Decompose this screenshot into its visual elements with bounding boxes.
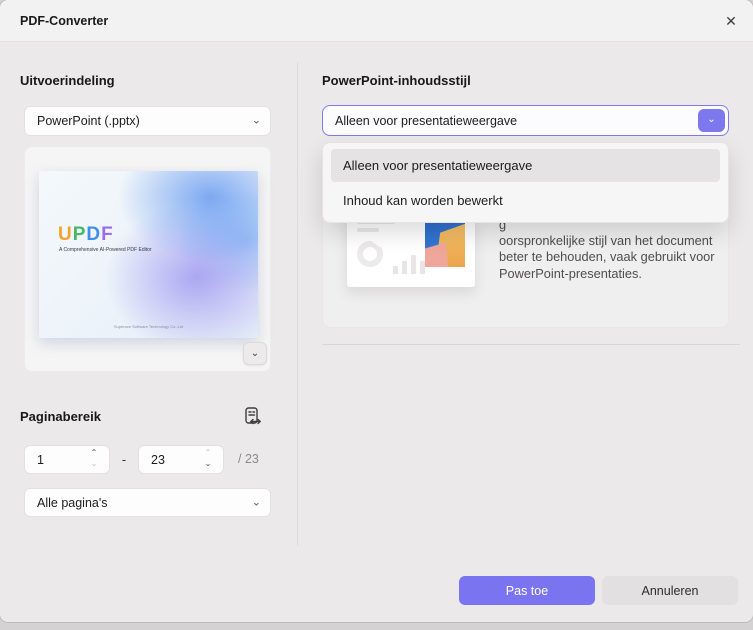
page-range-heading: Paginabereik bbox=[20, 409, 101, 424]
section-divider bbox=[322, 344, 740, 345]
format-select[interactable]: PowerPoint (.pptx) ⌄ bbox=[24, 106, 271, 136]
dialog-title: PDF-Converter bbox=[20, 14, 109, 28]
page-range-icon[interactable] bbox=[239, 403, 267, 431]
page-from-input[interactable] bbox=[37, 446, 83, 473]
logo-letter: D bbox=[86, 224, 102, 245]
logo-letter: P bbox=[72, 224, 87, 245]
content-style-select[interactable]: Alleen voor presentatieweergave ⌄ bbox=[322, 105, 729, 136]
content-style-select-button[interactable]: ⌄ bbox=[698, 109, 725, 132]
chevron-down-icon: ⌄ bbox=[250, 348, 260, 359]
page-total-label: / 23 bbox=[238, 452, 259, 466]
logo-letter: U bbox=[58, 224, 73, 245]
content-style-heading: PowerPoint-inhoudsstijl bbox=[322, 73, 471, 88]
option-label: Inhoud kan worden bewerkt bbox=[343, 192, 503, 208]
preview-expand-button[interactable]: ⌄ bbox=[243, 342, 267, 365]
output-format-heading: Uitvoerindeling bbox=[20, 73, 115, 88]
description-line: oorspronkelijke stijl van het document bbox=[499, 233, 713, 249]
dialog-content: Uitvoerindeling PowerPoint (.pptx) ⌄ UPD… bbox=[0, 42, 753, 622]
skeleton-line bbox=[357, 228, 379, 232]
page-to-stepper[interactable]: ⌃ ⌄ bbox=[202, 449, 214, 472]
content-style-value: Alleen voor presentatieweergave bbox=[335, 113, 518, 128]
content-style-dropdown: Alleen voor presentatieweergave Inhoud k… bbox=[322, 142, 729, 223]
spinner-down-icon[interactable]: ⌄ bbox=[88, 460, 100, 471]
chevron-down-icon: ⌄ bbox=[251, 114, 261, 127]
spinner-down-icon[interactable]: ⌄ bbox=[202, 460, 214, 471]
dropdown-option-editable-content[interactable]: Inhoud kan worden bewerkt bbox=[331, 182, 720, 218]
dialog-window: PDF-Converter ✕ Uitvoerindeling PowerPoi… bbox=[0, 0, 753, 622]
close-icon[interactable]: ✕ bbox=[721, 11, 741, 31]
page-to-field[interactable]: ⌃ ⌄ bbox=[138, 445, 224, 474]
slide-thumbnail: UPDF A Comprehensive AI-Powered PDF Edit… bbox=[39, 171, 258, 338]
format-select-value: PowerPoint (.pptx) bbox=[37, 114, 140, 128]
slide-fine-print: Superace Software Technology Co.,Ltd bbox=[113, 324, 184, 329]
description-line: beter te behouden, vaak gebruikt voor bbox=[499, 249, 715, 265]
chevron-down-icon: ⌄ bbox=[251, 495, 261, 508]
page-scope-value: Alle pagina's bbox=[37, 495, 108, 510]
cancel-button[interactable]: Annuleren bbox=[602, 576, 738, 605]
chevron-down-icon: ⌄ bbox=[707, 114, 716, 125]
updf-logo: UPDF bbox=[58, 224, 114, 246]
dropdown-option-presentation-view[interactable]: Alleen voor presentatieweergave bbox=[331, 149, 720, 182]
description-line: PowerPoint-presentaties. bbox=[499, 265, 642, 281]
page-scope-select[interactable]: Alle pagina's ⌄ bbox=[24, 488, 271, 517]
preview-card: UPDF A Comprehensive AI-Powered PDF Edit… bbox=[24, 146, 271, 372]
logo-letter: F bbox=[101, 224, 114, 245]
option-label: Alleen voor presentatieweergave bbox=[343, 158, 533, 173]
color-blocks-image bbox=[425, 223, 465, 267]
apply-button[interactable]: Pas toe bbox=[459, 576, 595, 605]
titlebar: PDF-Converter ✕ bbox=[0, 0, 753, 42]
bar-chart-sketch bbox=[393, 255, 425, 274]
style-description: g oorspronkelijke stijl van het document… bbox=[499, 217, 715, 282]
range-separator: - bbox=[121, 452, 127, 467]
page-to-input[interactable] bbox=[151, 446, 197, 473]
page-range-icon-svg bbox=[245, 407, 261, 425]
page-from-field[interactable]: ⌃ ⌄ bbox=[24, 445, 110, 474]
page-from-stepper[interactable]: ⌃ ⌄ bbox=[88, 449, 100, 472]
pdf-converter-dialog: PDF-Converter ✕ Uitvoerindeling PowerPoi… bbox=[0, 0, 753, 630]
slide-subtitle: A Comprehensive AI-Powered PDF Editor bbox=[59, 247, 152, 253]
column-divider bbox=[297, 62, 298, 546]
